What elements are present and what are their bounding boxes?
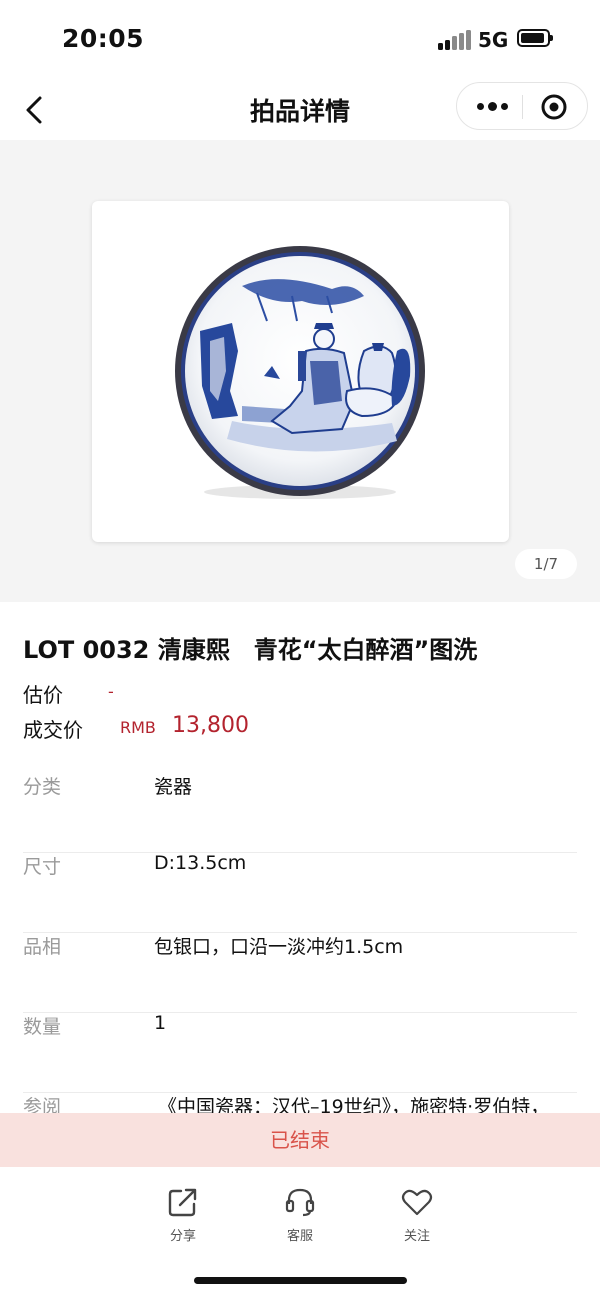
heart-icon [401, 1189, 433, 1216]
battery-icon [517, 29, 553, 47]
spec-row-condition: 品相 包银口，口沿一淡冲约1.5cm [23, 932, 577, 1013]
image-gallery[interactable]: 1/7 [0, 140, 600, 602]
sold-price-label: 成交价 [23, 718, 83, 742]
spec-key: 分类 [23, 776, 62, 798]
signal-icon [438, 30, 472, 50]
status-time: 20:05 [62, 24, 145, 53]
more-button[interactable] [467, 89, 515, 123]
tab-label: 关注 [403, 1229, 430, 1244]
spec-row-size: 尺寸 D:13.5cm [23, 852, 577, 933]
porcelain-dish-image [175, 246, 425, 499]
status-bar: 20:05 5G [0, 0, 600, 80]
sold-currency: RMB [120, 718, 156, 737]
customer-service-button[interactable]: 客服 [260, 1185, 340, 1244]
lot-photo[interactable] [92, 201, 509, 542]
spec-key: 品相 [23, 936, 62, 958]
spec-row-category: 分类 瓷器 [23, 772, 577, 853]
nav-bar: 拍品详情 [0, 80, 600, 140]
headset-icon [285, 1188, 315, 1217]
estimate-value: - [108, 682, 114, 701]
home-indicator [194, 1277, 407, 1284]
mini-program-capsule [456, 82, 588, 130]
share-button[interactable]: 分享 [143, 1185, 223, 1244]
lot-title: LOT 0032 清康熙 青花“太白醉酒”图洗 [23, 636, 478, 664]
spec-value: 1 [154, 1012, 167, 1034]
spec-value: 瓷器 [154, 776, 193, 798]
capsule-divider [522, 95, 523, 119]
tab-label: 客服 [286, 1229, 313, 1244]
share-icon [168, 1188, 197, 1217]
image-counter: 1/7 [515, 549, 577, 579]
close-button[interactable] [539, 92, 569, 122]
auction-ended-banner: 已结束 [0, 1113, 600, 1167]
sold-price-value: 13,800 [172, 713, 249, 738]
spec-value: D:13.5cm [154, 852, 247, 874]
estimate-label: 估价 [23, 683, 63, 707]
target-icon [541, 94, 567, 120]
spec-key: 数量 [23, 1016, 62, 1038]
follow-button[interactable]: 关注 [377, 1185, 457, 1244]
spec-key: 尺寸 [23, 856, 62, 878]
network-type: 5G [478, 28, 509, 52]
spec-value: 包银口，口沿一淡冲约1.5cm [154, 936, 404, 958]
tab-label: 分享 [169, 1229, 196, 1244]
spec-row-quantity: 数量 1 [23, 1012, 577, 1093]
